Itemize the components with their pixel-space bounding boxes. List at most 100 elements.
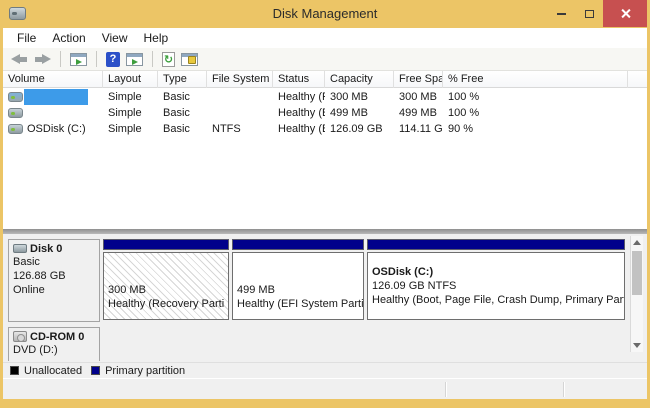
status-bar-separator bbox=[563, 382, 564, 397]
partition-size: 300 MB bbox=[108, 283, 224, 297]
title-bar: Disk Management bbox=[0, 0, 650, 28]
cell-type: Basic bbox=[163, 105, 207, 121]
disk-graph-pane: Disk 0 Basic 126.88 GB Online 300 MB Hea… bbox=[3, 234, 647, 362]
help-icon[interactable]: ? bbox=[106, 52, 120, 67]
column-percent-free[interactable]: % Free bbox=[443, 71, 628, 88]
scroll-up-icon[interactable] bbox=[631, 236, 643, 249]
disk0-status: Online bbox=[13, 283, 97, 297]
partition-osdisk-c[interactable]: OSDisk (C:) 126.09 GB NTFS Healthy (Boot… bbox=[367, 239, 625, 321]
cell-volume bbox=[27, 89, 103, 105]
column-layout[interactable]: Layout bbox=[103, 71, 158, 88]
disk-management-window: Disk Management File Action View Help ? … bbox=[0, 0, 650, 408]
primary-partition-color-bar bbox=[232, 239, 364, 250]
column-capacity[interactable]: Capacity bbox=[325, 71, 394, 88]
status-bar bbox=[3, 378, 647, 399]
column-file-system[interactable]: File System bbox=[207, 71, 273, 88]
legend-bar: Unallocated Primary partition bbox=[3, 362, 647, 378]
column-status[interactable]: Status bbox=[273, 71, 325, 88]
table-row[interactable]: OSDisk (C:) Simple Basic NTFS Healthy (B… bbox=[3, 121, 647, 137]
cell-free-space: 300 MB bbox=[399, 89, 443, 105]
legend-swatch-unallocated bbox=[10, 366, 19, 375]
disk-properties-icon[interactable] bbox=[181, 53, 198, 66]
cdrom-icon bbox=[13, 331, 27, 342]
toolbar-separator bbox=[96, 51, 97, 67]
cell-status: Healthy (B... bbox=[278, 121, 325, 137]
cell-capacity: 300 MB bbox=[330, 89, 394, 105]
partition-body: 499 MB Healthy (EFI System Partit bbox=[232, 252, 364, 320]
cell-file-system bbox=[212, 105, 273, 121]
legend-swatch-primary-partition bbox=[91, 366, 100, 375]
volume-icon bbox=[8, 124, 23, 134]
scroll-down-icon[interactable] bbox=[631, 339, 643, 352]
graph-pane-scrollbar[interactable] bbox=[630, 236, 643, 352]
show-action-pane-icon[interactable] bbox=[126, 53, 143, 66]
cdrom0-media: DVD (D:) bbox=[13, 343, 97, 357]
menu-file[interactable]: File bbox=[9, 29, 44, 47]
maximize-button[interactable] bbox=[575, 0, 603, 27]
show-console-tree-icon[interactable] bbox=[70, 53, 87, 66]
volume-icon bbox=[8, 108, 23, 118]
disk0-name-row: Disk 0 bbox=[13, 243, 97, 255]
volume-list: Volume Layout Type File System Status Ca… bbox=[3, 71, 647, 229]
cell-free-space: 499 MB bbox=[399, 105, 443, 121]
cell-type: Basic bbox=[163, 89, 207, 105]
cell-layout: Simple bbox=[108, 105, 158, 121]
cell-volume bbox=[27, 105, 103, 121]
close-icon bbox=[620, 8, 631, 19]
column-volume[interactable]: Volume bbox=[3, 71, 103, 88]
maximize-icon bbox=[585, 10, 594, 18]
partition-size: 499 MB bbox=[237, 283, 359, 297]
back-icon[interactable] bbox=[11, 54, 28, 65]
status-bar-separator bbox=[445, 382, 446, 397]
cell-capacity: 499 MB bbox=[330, 105, 394, 121]
close-button[interactable] bbox=[603, 0, 647, 27]
cdrom0-name-row: CD-ROM 0 bbox=[13, 331, 97, 343]
cell-capacity: 126.09 GB bbox=[330, 121, 394, 137]
cell-file-system: NTFS bbox=[212, 121, 273, 137]
partition-recovery[interactable]: 300 MB Healthy (Recovery Parti bbox=[103, 239, 229, 321]
cell-status: Healthy (E... bbox=[278, 105, 325, 121]
volume-list-header: Volume Layout Type File System Status Ca… bbox=[3, 71, 647, 88]
disk0-size: 126.88 GB bbox=[13, 269, 97, 283]
scrollbar-thumb[interactable] bbox=[632, 251, 642, 295]
forward-icon[interactable] bbox=[34, 54, 51, 65]
toolbar-separator bbox=[60, 51, 61, 67]
cell-layout: Simple bbox=[108, 121, 158, 137]
cdrom0-name: CD-ROM 0 bbox=[30, 331, 84, 343]
minimize-icon bbox=[557, 13, 566, 15]
cell-type: Basic bbox=[163, 121, 207, 137]
cell-volume: OSDisk (C:) bbox=[27, 121, 103, 137]
cell-percent-free: 100 % bbox=[448, 105, 508, 121]
disk0-label-panel[interactable]: Disk 0 Basic 126.88 GB Online bbox=[8, 239, 100, 322]
partition-efi[interactable]: 499 MB Healthy (EFI System Partit bbox=[232, 239, 364, 321]
table-row[interactable]: Simple Basic Healthy (R... 300 MB 300 MB… bbox=[3, 89, 647, 105]
table-row[interactable]: Simple Basic Healthy (E... 499 MB 499 MB… bbox=[3, 105, 647, 121]
cell-layout: Simple bbox=[108, 89, 158, 105]
menu-view[interactable]: View bbox=[94, 29, 136, 47]
cell-status: Healthy (R... bbox=[278, 89, 325, 105]
primary-partition-color-bar bbox=[367, 239, 625, 250]
column-type[interactable]: Type bbox=[158, 71, 207, 88]
minimize-button[interactable] bbox=[548, 0, 575, 27]
disk0-type: Basic bbox=[13, 255, 97, 269]
cell-percent-free: 100 % bbox=[448, 89, 508, 105]
cell-percent-free: 90 % bbox=[448, 121, 508, 137]
column-filler bbox=[628, 71, 647, 88]
legend-label-primary-partition: Primary partition bbox=[105, 365, 185, 377]
cell-free-space: 114.11 GB bbox=[399, 121, 443, 137]
menu-help[interactable]: Help bbox=[136, 29, 177, 47]
cell-file-system bbox=[212, 89, 273, 105]
disk-icon bbox=[13, 244, 27, 253]
cdrom0-label-panel[interactable]: CD-ROM 0 DVD (D:) bbox=[8, 327, 100, 361]
volume-icon bbox=[8, 92, 23, 102]
partition-title: OSDisk (C:) bbox=[372, 265, 620, 279]
refresh-icon[interactable]: ↻ bbox=[162, 52, 175, 67]
partition-body: 300 MB Healthy (Recovery Parti bbox=[103, 252, 229, 320]
partition-size: 126.09 GB NTFS bbox=[372, 279, 620, 293]
menu-action[interactable]: Action bbox=[44, 29, 93, 47]
toolbar-separator bbox=[152, 51, 153, 67]
column-free-space[interactable]: Free Spa... bbox=[394, 71, 443, 88]
partition-status: Healthy (Recovery Parti bbox=[108, 297, 224, 311]
primary-partition-color-bar bbox=[103, 239, 229, 250]
partition-body: OSDisk (C:) 126.09 GB NTFS Healthy (Boot… bbox=[367, 252, 625, 320]
